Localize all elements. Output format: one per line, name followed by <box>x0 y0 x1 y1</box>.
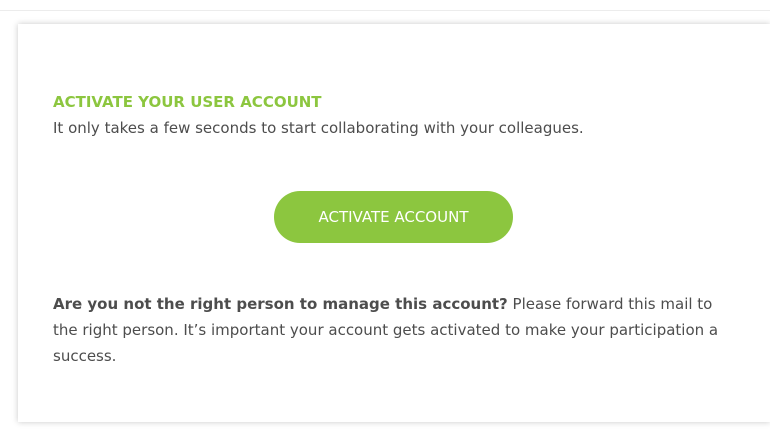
activation-heading: ACTIVATE YOUR USER ACCOUNT <box>53 93 322 111</box>
top-divider <box>0 10 770 11</box>
email-card: ACTIVATE YOUR USER ACCOUNT It only takes… <box>18 24 770 422</box>
forward-note-bold: Are you not the right person to manage t… <box>53 295 508 313</box>
forward-note: Are you not the right person to manage t… <box>53 291 733 369</box>
activation-subtext: It only takes a few seconds to start col… <box>53 119 584 137</box>
activate-account-button[interactable]: ACTIVATE ACCOUNT <box>274 191 513 243</box>
